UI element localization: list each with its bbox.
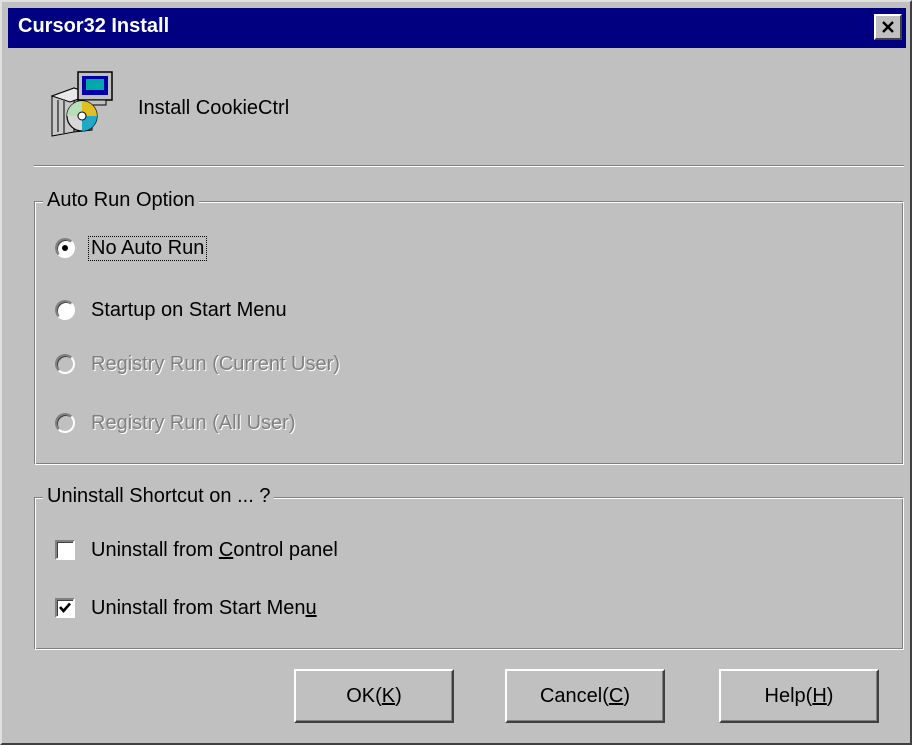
help-button[interactable]: Help(H): [719, 669, 879, 723]
checkbox-label: Uninstall from Start Menu: [91, 596, 317, 619]
header-divider: [34, 165, 904, 167]
radio-no-auto-run[interactable]: No Auto Run: [55, 234, 208, 262]
cancel-button[interactable]: Cancel(C): [505, 669, 665, 723]
ok-button[interactable]: OK(K): [294, 669, 454, 723]
window-title: Cursor32 Install: [18, 15, 170, 37]
uninstall-shortcut-group: Uninstall Shortcut on ... ? Uninstall fr…: [34, 485, 904, 650]
title-bar[interactable]: Cursor32 Install: [8, 8, 906, 48]
checkmark-icon: [59, 602, 71, 613]
radio-indicator: [55, 413, 75, 433]
checkbox-box[interactable]: [55, 540, 75, 560]
checkbox-uninstall-control-panel[interactable]: Uninstall from Control panel: [55, 536, 340, 564]
auto-run-group-title: Auto Run Option: [43, 189, 199, 212]
header-label: Install CookieCtrl: [138, 97, 290, 119]
close-icon: [882, 21, 894, 33]
help-button-label: Help(H): [764, 684, 834, 707]
radio-startup-start-menu[interactable]: Startup on Start Menu: [55, 296, 289, 324]
uninstall-group-title: Uninstall Shortcut on ... ?: [43, 485, 275, 508]
radio-registry-all-user: Registry Run (All User): [55, 409, 297, 437]
radio-indicator[interactable]: [55, 300, 75, 320]
radio-indicator: [55, 354, 75, 374]
radio-label: Startup on Start Menu: [91, 298, 287, 321]
checkbox-box[interactable]: [55, 598, 75, 618]
checkbox-uninstall-start-menu[interactable]: Uninstall from Start Menu: [55, 594, 319, 622]
radio-label: Registry Run (All User): [91, 411, 296, 434]
auto-run-group: Auto Run Option No Auto Run Startup on S…: [34, 189, 904, 465]
ok-button-label: OK(K): [346, 684, 402, 707]
installer-icon: [50, 71, 113, 137]
radio-indicator[interactable]: [55, 238, 75, 258]
radio-label: No Auto Run: [87, 235, 208, 261]
install-dialog: Cursor32 Install Install CookieCtrl Auto…: [0, 0, 912, 745]
radio-selected-dot: [62, 245, 68, 251]
radio-label: Registry Run (Current User): [91, 352, 340, 375]
checkbox-label: Uninstall from Control panel: [91, 538, 338, 561]
cancel-button-label: Cancel(C): [539, 684, 631, 707]
close-button[interactable]: [874, 14, 902, 40]
radio-registry-current-user: Registry Run (Current User): [55, 350, 342, 378]
